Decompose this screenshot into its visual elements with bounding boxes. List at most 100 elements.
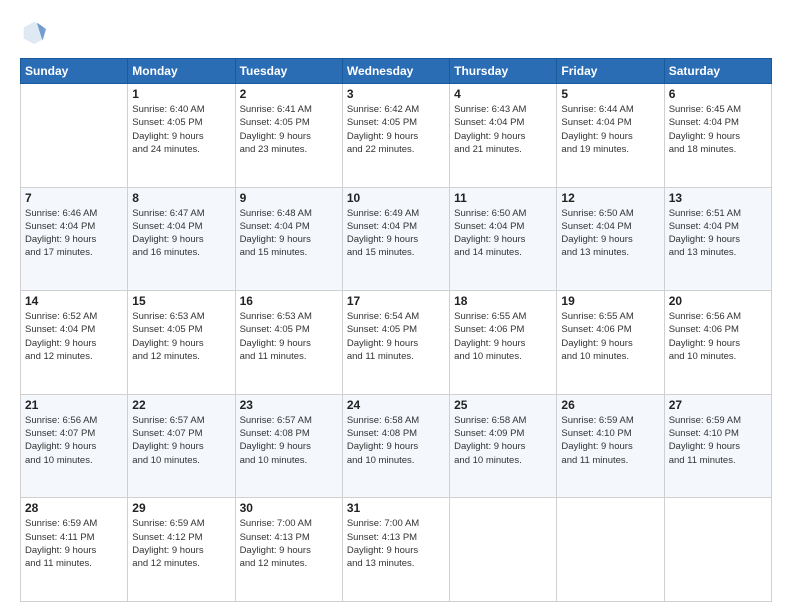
- day-number: 3: [347, 87, 445, 101]
- day-number: 4: [454, 87, 552, 101]
- day-number: 17: [347, 294, 445, 308]
- day-number: 24: [347, 398, 445, 412]
- day-info: Sunrise: 6:53 AM Sunset: 4:05 PM Dayligh…: [132, 310, 230, 363]
- calendar-cell: 12 Sunrise: 6:50 AM Sunset: 4:04 PM Dayli…: [557, 187, 664, 291]
- calendar-cell: 23 Sunrise: 6:57 AM Sunset: 4:08 PM Dayli…: [235, 394, 342, 498]
- day-info: Sunrise: 6:59 AM Sunset: 4:10 PM Dayligh…: [561, 414, 659, 467]
- day-info: Sunrise: 6:47 AM Sunset: 4:04 PM Dayligh…: [132, 207, 230, 260]
- calendar-cell: 5Sunrise: 6:44 AM Sunset: 4:04 PM Daylig…: [557, 84, 664, 188]
- calendar-cell: [557, 498, 664, 602]
- day-info: Sunrise: 6:49 AM Sunset: 4:04 PM Dayligh…: [347, 207, 445, 260]
- calendar-cell: 27 Sunrise: 6:59 AM Sunset: 4:10 PM Dayli…: [664, 394, 771, 498]
- weekday-header-monday: Monday: [128, 59, 235, 84]
- calendar-cell: 24 Sunrise: 6:58 AM Sunset: 4:08 PM Dayli…: [342, 394, 449, 498]
- weekday-header-thursday: Thursday: [450, 59, 557, 84]
- day-info: Sunrise: 6:58 AM Sunset: 4:09 PM Dayligh…: [454, 414, 552, 467]
- day-number: 19: [561, 294, 659, 308]
- weekday-header-saturday: Saturday: [664, 59, 771, 84]
- day-info: Sunrise: 6:53 AM Sunset: 4:05 PM Dayligh…: [240, 310, 338, 363]
- calendar-cell: 6 Sunrise: 6:45 AM Sunset: 4:04 PM Daylig…: [664, 84, 771, 188]
- calendar-cell: 4 Sunrise: 6:43 AM Sunset: 4:04 PM Daylig…: [450, 84, 557, 188]
- day-number: 12: [561, 191, 659, 205]
- logo-icon: [20, 18, 48, 46]
- calendar-cell: 9 Sunrise: 6:48 AM Sunset: 4:04 PM Daylig…: [235, 187, 342, 291]
- day-info: Sunrise: 6:59 AM Sunset: 4:12 PM Dayligh…: [132, 517, 230, 570]
- day-info: Sunrise: 7:00 AM Sunset: 4:13 PM Dayligh…: [347, 517, 445, 570]
- day-info: Sunrise: 6:51 AM Sunset: 4:04 PM Dayligh…: [669, 207, 767, 260]
- day-number: 8: [132, 191, 230, 205]
- weekday-header-sunday: Sunday: [21, 59, 128, 84]
- day-number: 27: [669, 398, 767, 412]
- weekday-header-wednesday: Wednesday: [342, 59, 449, 84]
- day-number: 29: [132, 501, 230, 515]
- day-info: Sunrise: 6:57 AM Sunset: 4:08 PM Dayligh…: [240, 414, 338, 467]
- day-info: Sunrise: 7:00 AM Sunset: 4:13 PM Dayligh…: [240, 517, 338, 570]
- calendar-cell: [450, 498, 557, 602]
- calendar-cell: 26 Sunrise: 6:59 AM Sunset: 4:10 PM Dayli…: [557, 394, 664, 498]
- weekday-header-row: SundayMondayTuesdayWednesdayThursdayFrid…: [21, 59, 772, 84]
- day-info: Sunrise: 6:46 AM Sunset: 4:04 PM Dayligh…: [25, 207, 123, 260]
- calendar-cell: 20Sunrise: 6:56 AM Sunset: 4:06 PM Dayli…: [664, 291, 771, 395]
- day-info: Sunrise: 6:59 AM Sunset: 4:10 PM Dayligh…: [669, 414, 767, 467]
- calendar-cell: 13Sunrise: 6:51 AM Sunset: 4:04 PM Dayli…: [664, 187, 771, 291]
- calendar-cell: 15 Sunrise: 6:53 AM Sunset: 4:05 PM Dayli…: [128, 291, 235, 395]
- day-number: 23: [240, 398, 338, 412]
- day-number: 15: [132, 294, 230, 308]
- day-info: Sunrise: 6:52 AM Sunset: 4:04 PM Dayligh…: [25, 310, 123, 363]
- calendar-cell: 22Sunrise: 6:57 AM Sunset: 4:07 PM Dayli…: [128, 394, 235, 498]
- day-number: 14: [25, 294, 123, 308]
- day-info: Sunrise: 6:42 AM Sunset: 4:05 PM Dayligh…: [347, 103, 445, 156]
- day-info: Sunrise: 6:43 AM Sunset: 4:04 PM Dayligh…: [454, 103, 552, 156]
- day-info: Sunrise: 6:48 AM Sunset: 4:04 PM Dayligh…: [240, 207, 338, 260]
- calendar-cell: 18 Sunrise: 6:55 AM Sunset: 4:06 PM Dayli…: [450, 291, 557, 395]
- day-info: Sunrise: 6:50 AM Sunset: 4:04 PM Dayligh…: [454, 207, 552, 260]
- day-info: Sunrise: 6:58 AM Sunset: 4:08 PM Dayligh…: [347, 414, 445, 467]
- calendar-cell: 19 Sunrise: 6:55 AM Sunset: 4:06 PM Dayli…: [557, 291, 664, 395]
- header: [20, 18, 772, 46]
- day-number: 5: [561, 87, 659, 101]
- day-info: Sunrise: 6:45 AM Sunset: 4:04 PM Dayligh…: [669, 103, 767, 156]
- calendar-week-row: 1Sunrise: 6:40 AM Sunset: 4:05 PM Daylig…: [21, 84, 772, 188]
- day-number: 25: [454, 398, 552, 412]
- calendar-cell: 29 Sunrise: 6:59 AM Sunset: 4:12 PM Dayli…: [128, 498, 235, 602]
- day-number: 2: [240, 87, 338, 101]
- calendar-cell: 8 Sunrise: 6:47 AM Sunset: 4:04 PM Daylig…: [128, 187, 235, 291]
- day-number: 21: [25, 398, 123, 412]
- calendar-week-row: 21Sunrise: 6:56 AM Sunset: 4:07 PM Dayli…: [21, 394, 772, 498]
- calendar-cell: 2 Sunrise: 6:41 AM Sunset: 4:05 PM Daylig…: [235, 84, 342, 188]
- calendar-cell: 28Sunrise: 6:59 AM Sunset: 4:11 PM Dayli…: [21, 498, 128, 602]
- day-number: 7: [25, 191, 123, 205]
- weekday-header-friday: Friday: [557, 59, 664, 84]
- calendar-week-row: 7 Sunrise: 6:46 AM Sunset: 4:04 PM Daylig…: [21, 187, 772, 291]
- calendar-cell: 21Sunrise: 6:56 AM Sunset: 4:07 PM Dayli…: [21, 394, 128, 498]
- day-info: Sunrise: 6:55 AM Sunset: 4:06 PM Dayligh…: [561, 310, 659, 363]
- calendar-cell: 17 Sunrise: 6:54 AM Sunset: 4:05 PM Dayli…: [342, 291, 449, 395]
- day-number: 26: [561, 398, 659, 412]
- calendar-table: SundayMondayTuesdayWednesdayThursdayFrid…: [20, 58, 772, 602]
- day-info: Sunrise: 6:50 AM Sunset: 4:04 PM Dayligh…: [561, 207, 659, 260]
- day-number: 28: [25, 501, 123, 515]
- calendar-cell: 16Sunrise: 6:53 AM Sunset: 4:05 PM Dayli…: [235, 291, 342, 395]
- calendar-cell: [21, 84, 128, 188]
- day-number: 10: [347, 191, 445, 205]
- calendar-cell: [664, 498, 771, 602]
- calendar-cell: 11 Sunrise: 6:50 AM Sunset: 4:04 PM Dayli…: [450, 187, 557, 291]
- calendar-cell: 1Sunrise: 6:40 AM Sunset: 4:05 PM Daylig…: [128, 84, 235, 188]
- day-info: Sunrise: 6:54 AM Sunset: 4:05 PM Dayligh…: [347, 310, 445, 363]
- day-number: 18: [454, 294, 552, 308]
- day-number: 9: [240, 191, 338, 205]
- day-info: Sunrise: 6:40 AM Sunset: 4:05 PM Dayligh…: [132, 103, 230, 156]
- page: SundayMondayTuesdayWednesdayThursdayFrid…: [0, 0, 792, 612]
- day-number: 11: [454, 191, 552, 205]
- day-info: Sunrise: 6:56 AM Sunset: 4:06 PM Dayligh…: [669, 310, 767, 363]
- calendar-cell: 25 Sunrise: 6:58 AM Sunset: 4:09 PM Dayli…: [450, 394, 557, 498]
- calendar-cell: 14 Sunrise: 6:52 AM Sunset: 4:04 PM Dayli…: [21, 291, 128, 395]
- day-number: 6: [669, 87, 767, 101]
- calendar-week-row: 28Sunrise: 6:59 AM Sunset: 4:11 PM Dayli…: [21, 498, 772, 602]
- day-info: Sunrise: 6:55 AM Sunset: 4:06 PM Dayligh…: [454, 310, 552, 363]
- day-info: Sunrise: 6:41 AM Sunset: 4:05 PM Dayligh…: [240, 103, 338, 156]
- logo: [20, 18, 52, 46]
- day-number: 22: [132, 398, 230, 412]
- calendar-cell: 10 Sunrise: 6:49 AM Sunset: 4:04 PM Dayli…: [342, 187, 449, 291]
- calendar-cell: 31Sunrise: 7:00 AM Sunset: 4:13 PM Dayli…: [342, 498, 449, 602]
